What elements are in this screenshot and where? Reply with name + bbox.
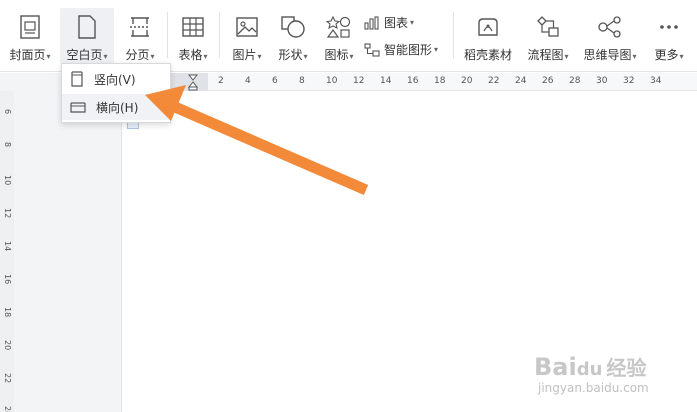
blank-page-label: 空白页 bbox=[66, 48, 103, 62]
ribbon-separator bbox=[219, 12, 220, 58]
ruler-tick-label: 16 bbox=[3, 274, 12, 285]
icons-button[interactable]: 图标▾ bbox=[318, 8, 360, 64]
page-break-label: 分页 bbox=[125, 48, 150, 62]
portrait-page-icon bbox=[71, 71, 83, 87]
chevron-down-icon: ▾ bbox=[150, 52, 155, 61]
ruler-tick-label: 34 bbox=[650, 76, 662, 86]
ruler-tick-label: 8 bbox=[3, 142, 12, 148]
cover-page-icon bbox=[15, 12, 45, 42]
mind-map-icon bbox=[595, 12, 625, 42]
chart-label: 图表 bbox=[384, 16, 409, 30]
ruler-tick-label: 22 bbox=[3, 373, 12, 384]
chevron-down-icon: ▾ bbox=[303, 52, 308, 61]
ruler-tick-label: 10 bbox=[3, 175, 12, 186]
chevron-down-icon: ▾ bbox=[434, 45, 439, 54]
ruler-tick-label: 2 bbox=[218, 76, 224, 86]
table-icon bbox=[178, 12, 208, 42]
ruler-tick-label: 16 bbox=[407, 76, 419, 86]
more-button[interactable]: 更多▾ bbox=[646, 8, 692, 64]
material-button[interactable]: 稻壳素材 bbox=[460, 8, 516, 64]
ruler-tick-label: 24 bbox=[515, 76, 527, 86]
smart-art-button[interactable]: 智能图形 ▾ bbox=[364, 41, 438, 58]
chevron-down-icon: ▾ bbox=[203, 52, 208, 61]
chevron-down-icon: ▾ bbox=[632, 52, 637, 61]
material-icon bbox=[473, 12, 503, 42]
mind-map-label: 思维导图 bbox=[583, 48, 632, 62]
smart-art-icon bbox=[364, 42, 380, 57]
ruler-tick-label: 6 bbox=[272, 76, 278, 86]
ruler-tick-label: 28 bbox=[569, 76, 581, 86]
left-margin-area bbox=[0, 73, 122, 412]
landscape-option[interactable]: 横向(H) bbox=[62, 94, 170, 120]
ribbon-separator bbox=[453, 12, 454, 58]
watermark-url: jingyan.baidu.com bbox=[538, 381, 649, 395]
shape-label: 形状 bbox=[278, 48, 303, 62]
chevron-down-icon: ▾ bbox=[257, 52, 262, 61]
ruler-tick-label: 24 bbox=[3, 406, 12, 412]
picture-label: 图片 bbox=[232, 48, 257, 62]
ruler-tick-label: 14 bbox=[380, 76, 392, 86]
cover-page-button[interactable]: 封面页▾ bbox=[4, 8, 56, 64]
flowchart-icon bbox=[533, 12, 563, 42]
vertical-ruler[interactable]: 6 8 10 12 14 16 18 20 22 24 bbox=[0, 91, 14, 412]
landscape-option-label: 横向(H) bbox=[96, 100, 139, 115]
ruler-tick-label: 14 bbox=[3, 241, 12, 252]
ruler-tick-label: 32 bbox=[623, 76, 635, 86]
chevron-down-icon: ▾ bbox=[679, 52, 684, 61]
flowchart-label: 流程图 bbox=[527, 48, 564, 62]
blank-page-icon bbox=[72, 12, 102, 42]
icons-icon bbox=[324, 12, 354, 42]
blank-page-dropdown: 竖向(V) 横向(H) bbox=[61, 63, 171, 123]
table-label: 表格 bbox=[178, 48, 203, 62]
ruler-tick-label: 10 bbox=[326, 76, 338, 86]
chart-button[interactable]: 图表 ▾ bbox=[364, 14, 414, 31]
ruler-tick-label: 20 bbox=[461, 76, 473, 86]
flowchart-button[interactable]: 流程图▾ bbox=[522, 8, 574, 64]
chart-icon bbox=[364, 15, 379, 30]
ruler-tick-label: 30 bbox=[596, 76, 608, 86]
chevron-down-icon: ▾ bbox=[564, 52, 569, 61]
ruler-tick-label: 18 bbox=[3, 307, 12, 318]
landscape-page-icon bbox=[70, 102, 86, 113]
more-label: 更多 bbox=[654, 48, 679, 62]
ruler-tick-label: 8 bbox=[299, 76, 305, 86]
watermark-logo: Baidu 经验 bbox=[534, 353, 647, 381]
chevron-down-icon: ▾ bbox=[410, 18, 415, 27]
blank-page-button[interactable]: 空白页▾ bbox=[60, 8, 114, 64]
page-break-icon bbox=[125, 12, 155, 42]
portrait-option[interactable]: 竖向(V) bbox=[62, 66, 170, 92]
ruler-tick-label: 4 bbox=[245, 76, 251, 86]
portrait-option-label: 竖向(V) bbox=[94, 72, 136, 87]
chevron-down-icon: ▾ bbox=[349, 52, 354, 61]
picture-icon bbox=[232, 12, 262, 42]
chevron-down-icon: ▾ bbox=[103, 52, 108, 61]
ribbon-separator bbox=[167, 12, 168, 58]
ruler-tick-label: 18 bbox=[434, 76, 446, 86]
ruler-tick-label: 22 bbox=[488, 76, 500, 86]
table-button[interactable]: 表格▾ bbox=[172, 8, 214, 64]
shape-button[interactable]: 形状▾ bbox=[272, 8, 314, 64]
insert-ribbon: 封面页▾ 空白页▾ 分页▾ 表格▾ 图片▾ 形状▾ 图标▾ 图表 ▾ 智能图形 … bbox=[0, 0, 697, 72]
ruler-tick-label: 6 bbox=[3, 109, 12, 115]
cover-page-label: 封面页 bbox=[9, 48, 46, 62]
ruler-tick-label: 12 bbox=[353, 76, 365, 86]
ruler-tick-label: 20 bbox=[3, 340, 12, 351]
more-icon bbox=[654, 12, 684, 42]
mind-map-button[interactable]: 思维导图▾ bbox=[580, 8, 640, 64]
icons-label: 图标 bbox=[324, 48, 349, 62]
chevron-down-icon: ▾ bbox=[46, 52, 51, 61]
horizontal-ruler[interactable]: 2 4 6 8 10 12 14 16 18 20 22 24 26 28 30 32 34 bbox=[122, 73, 697, 91]
picture-button[interactable]: 图片▾ bbox=[226, 8, 268, 64]
ruler-tick-label: 12 bbox=[3, 208, 12, 219]
page-break-button[interactable]: 分页▾ bbox=[118, 8, 162, 64]
smart-art-label: 智能图形 bbox=[384, 43, 433, 57]
material-label: 稻壳素材 bbox=[463, 48, 512, 62]
ruler-tick-label: 26 bbox=[542, 76, 554, 86]
shape-icon bbox=[278, 12, 308, 42]
